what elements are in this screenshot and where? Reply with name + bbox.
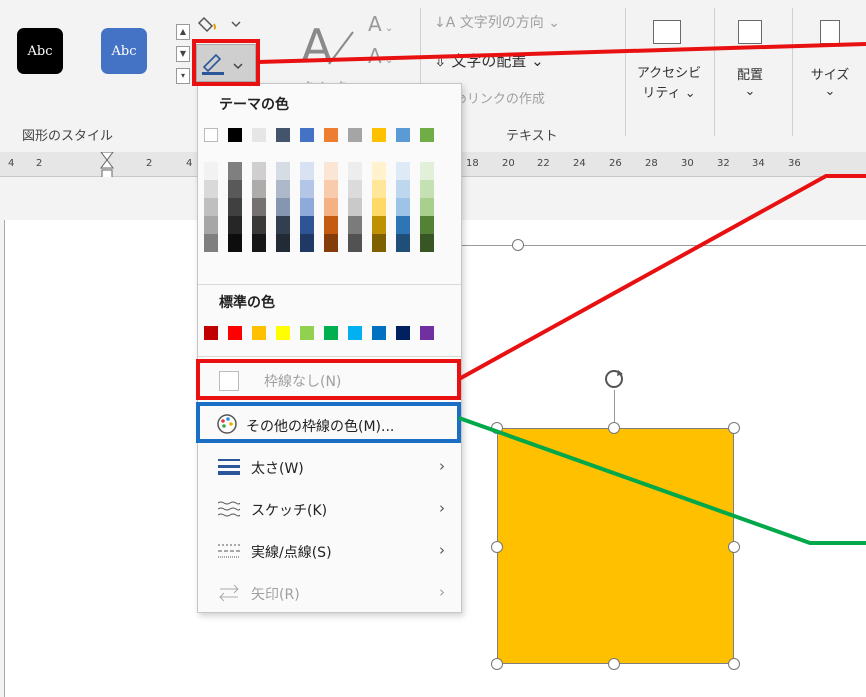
highlight-box-more-colors — [196, 402, 461, 443]
callout-line-more-colors — [458, 416, 866, 545]
callout-line-outline-button — [257, 42, 866, 64]
highlight-box-no-outline — [196, 359, 461, 400]
annotation-overlay — [192, 39, 866, 545]
highlight-box-outline-button — [192, 39, 260, 86]
callout-line-no-outline — [458, 174, 866, 381]
